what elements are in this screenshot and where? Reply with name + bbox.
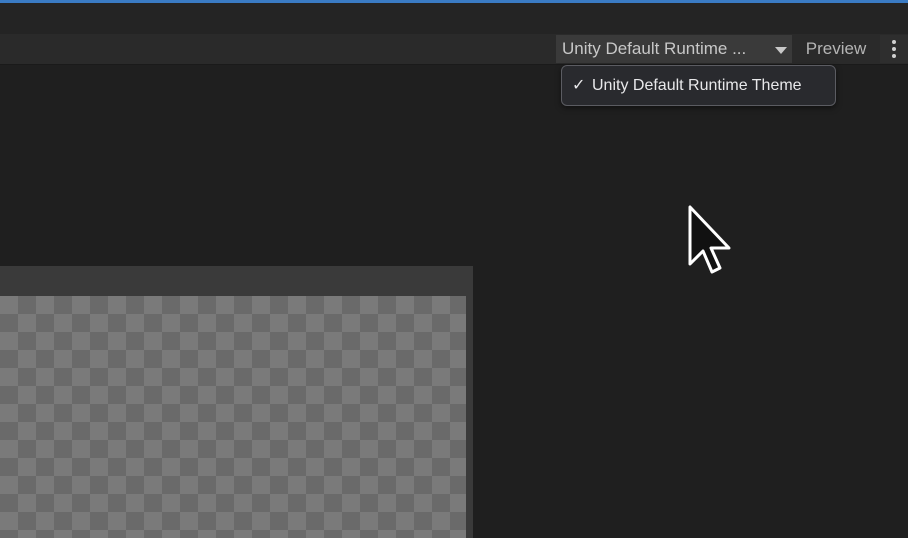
theme-dropdown[interactable]: Unity Default Runtime ...	[556, 35, 792, 63]
editor-window: Unity Default Runtime ... Preview ✓ Unity…	[0, 0, 908, 538]
accent-line	[0, 0, 908, 3]
title-bar	[0, 0, 908, 34]
theme-dropdown-label: Unity Default Runtime ...	[562, 39, 747, 58]
kebab-menu-icon	[892, 40, 896, 44]
menu-item-unity-default-runtime-theme[interactable]: ✓ Unity Default Runtime Theme	[572, 66, 802, 105]
menu-item-label: Unity Default Runtime Theme	[592, 77, 802, 94]
caret-down-icon	[775, 47, 787, 54]
more-options-button[interactable]	[880, 35, 908, 63]
theme-dropdown-menu: ✓ Unity Default Runtime Theme	[561, 65, 836, 106]
preview-button[interactable]: Preview	[795, 35, 877, 63]
kebab-menu-icon	[892, 47, 896, 51]
mouse-pointer-icon	[688, 205, 731, 274]
checkmark-icon: ✓	[572, 77, 586, 94]
transparent-canvas	[0, 296, 466, 538]
title-bar-background	[0, 3, 908, 34]
preview-toolbar: Unity Default Runtime ... Preview	[0, 34, 908, 65]
kebab-menu-icon	[892, 54, 896, 58]
